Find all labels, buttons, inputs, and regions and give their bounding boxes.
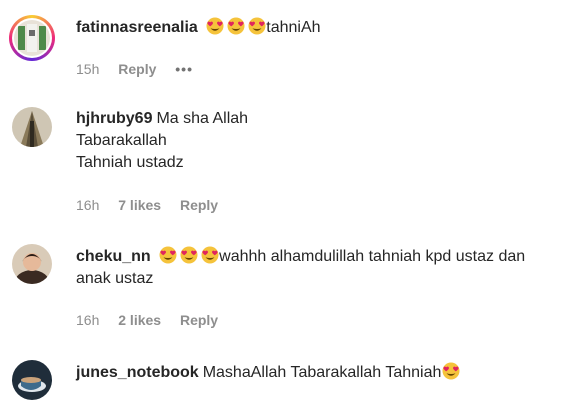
comment-username[interactable]: cheku_nn [76, 248, 151, 265]
heart-eyes-emoji-icon [442, 362, 460, 380]
more-options-icon[interactable]: ••• [175, 61, 193, 77]
heart-eyes-emoji-icon [206, 17, 224, 35]
heart-eyes-emoji-icon [180, 246, 198, 264]
heart-eyes-emoji-icon [248, 17, 266, 35]
comment-username[interactable]: hjhruby69 [76, 110, 152, 127]
likes-count[interactable]: 2 likes [118, 312, 161, 328]
comment-body-line: wahhh alhamdulillah tahniah kpd ustaz da… [219, 248, 526, 265]
comment-body: tahniAh [266, 19, 321, 36]
avatar[interactable] [12, 244, 52, 284]
comment-body-line: Tabarakallah [76, 132, 167, 149]
comment-text: hjhruby69 Ma sha Allah Tabarakallah Tahni… [76, 108, 550, 174]
avatar-image [12, 244, 52, 284]
comment-body-line: anak ustaz [76, 270, 154, 287]
reply-button[interactable]: Reply [180, 312, 218, 328]
comment-text: cheku_nn wahhh alhamdulillah tahniah kpd… [76, 246, 550, 290]
comment-meta: 16h 2 likes Reply [76, 311, 233, 329]
heart-eyes-emoji-icon [227, 17, 245, 35]
comment-time[interactable]: 16h [76, 197, 99, 213]
comment-meta: 15h Reply ••• [76, 60, 208, 78]
comment-time[interactable]: 16h [76, 312, 99, 328]
reply-button[interactable]: Reply [118, 61, 156, 77]
avatar[interactable] [12, 360, 52, 400]
heart-eyes-emoji-icon [201, 246, 219, 264]
avatar-image [12, 360, 52, 400]
heart-eyes-emoji-icon [159, 246, 177, 264]
comment-username[interactable]: junes_notebook [76, 364, 199, 381]
comment-text: junes_notebook MashaAllah Tabarakallah Ta… [76, 362, 550, 384]
avatar-image [14, 20, 50, 56]
comment-username[interactable]: fatinnasreenalia [76, 19, 198, 36]
reply-button[interactable]: Reply [180, 197, 218, 213]
avatar[interactable] [9, 15, 55, 61]
comment-text: fatinnasreenalia tahniAh [76, 17, 550, 39]
comment-body: MashaAllah Tabarakallah Tahniah [202, 364, 442, 381]
comment-time[interactable]: 15h [76, 61, 99, 77]
comment-body-line: Ma sha Allah [156, 110, 249, 127]
comment-meta: 16h 7 likes Reply [76, 196, 233, 214]
likes-count[interactable]: 7 likes [118, 197, 161, 213]
comment-body-line: Tahniah ustadz [76, 154, 184, 171]
avatar-image [12, 107, 52, 147]
avatar[interactable] [12, 107, 52, 147]
